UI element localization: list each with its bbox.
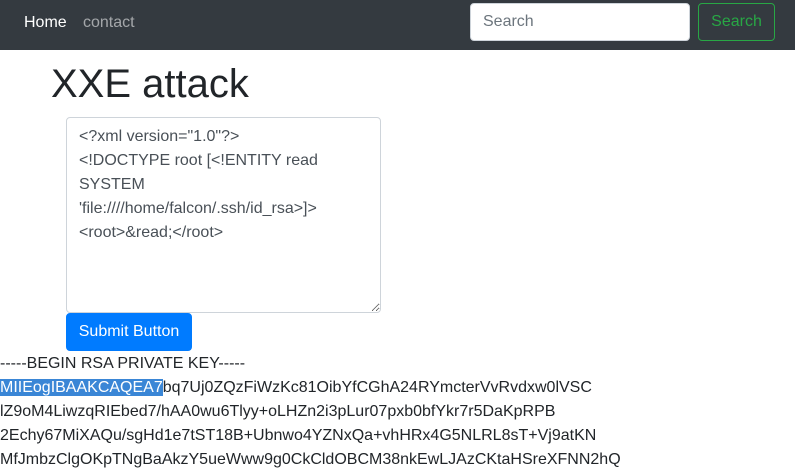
selected-text: MIIEogIBAAKCAQEA7 xyxy=(0,379,163,396)
key-line: 2Echy67MiXAQu/sgHd1e7tST18B+Ubnwo4YZNxQa… xyxy=(0,427,597,444)
nav-home-link[interactable]: Home xyxy=(24,13,67,33)
nav-contact-link[interactable]: contact xyxy=(83,13,135,33)
key-line: MIIEogIBAAKCAQEA7bq7Uj0ZQzFiWzKc81OibYfC… xyxy=(0,376,795,400)
response-output: -----BEGIN RSA PRIVATE KEY----- MIIEogIB… xyxy=(0,352,795,472)
key-line: lZ9oM4LiwzqRIEbed7/hAA0wu6Tlyy+oLHZn2i3p… xyxy=(0,403,556,420)
page-title: XXE attack xyxy=(51,62,249,106)
key-line: MfJmbzClgOKpTNgBaAkzY5ueWww9g0CkCldOBCM3… xyxy=(0,451,621,468)
search-input[interactable] xyxy=(470,3,690,41)
xml-input-textarea[interactable]: <?xml version="1.0"?> <!DOCTYPE root [<!… xyxy=(66,117,381,313)
submit-button[interactable]: Submit Button xyxy=(66,313,192,351)
key-header: -----BEGIN RSA PRIVATE KEY----- xyxy=(0,355,246,372)
navbar: Home contact Search xyxy=(0,0,795,50)
search-button[interactable]: Search xyxy=(698,3,775,41)
key-line-rest: bq7Uj0ZQzFiWzKc81OibYfCGhA24RYmcterVvRvd… xyxy=(162,379,592,396)
